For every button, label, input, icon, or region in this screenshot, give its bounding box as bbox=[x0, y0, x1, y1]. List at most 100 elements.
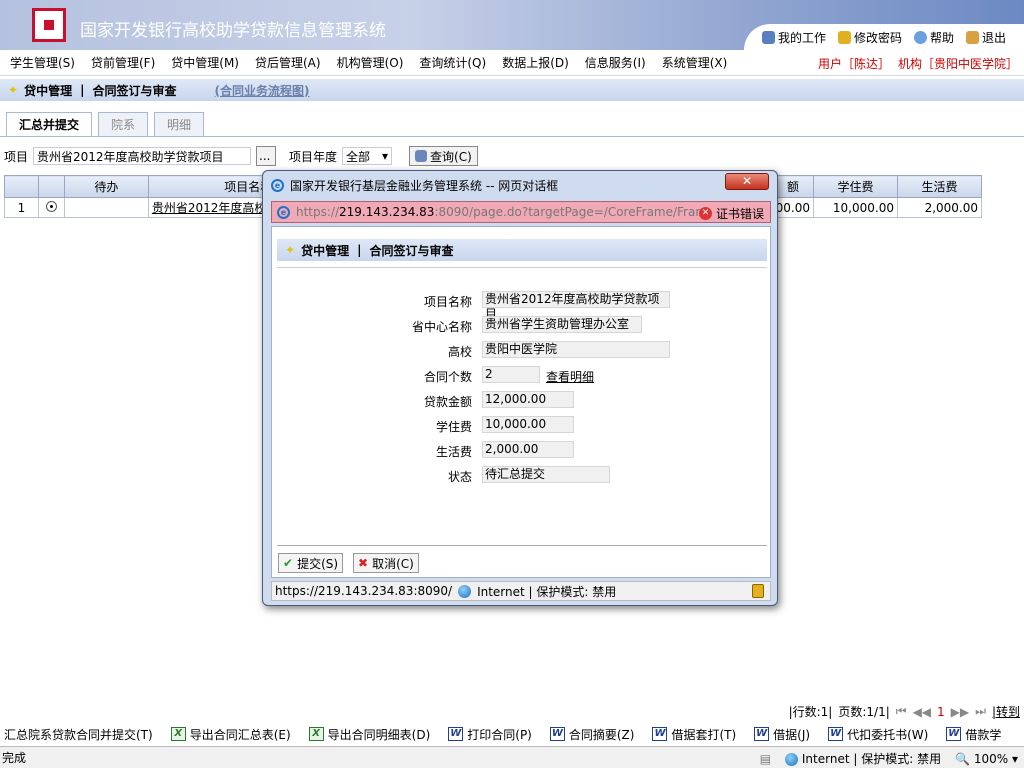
row-radio[interactable] bbox=[37, 197, 65, 218]
word-icon: W bbox=[448, 727, 464, 741]
export-summary-button[interactable]: X 导出合同汇总表(E) bbox=[170, 724, 291, 744]
radio-selected[interactable] bbox=[45, 200, 57, 212]
dialog-crumb-page: 合同签订与审查 bbox=[369, 243, 454, 258]
field-label: 省中心名称 bbox=[411, 320, 472, 334]
user-label: 用户［陈达］ bbox=[817, 57, 890, 71]
year-select[interactable]: 全部 ▾ bbox=[342, 147, 393, 165]
dialog-breadcrumb: ✦ 贷中管理 | 合同签订与审查 bbox=[277, 239, 767, 261]
menu-post-loan[interactable]: 贷后管理(A) bbox=[255, 54, 321, 71]
dialog-url: https://219.143.234.83:8090/page.do?targ… bbox=[296, 205, 701, 219]
cert-error-indicator[interactable]: ✕ 证书错误 bbox=[698, 205, 764, 222]
help-icon bbox=[913, 30, 927, 44]
tab-department[interactable]: 院系 bbox=[98, 112, 149, 136]
my-work-link[interactable]: 我的工作 bbox=[761, 29, 826, 46]
goto-link[interactable]: |转到 bbox=[992, 703, 1020, 720]
dialog-address-bar: e https://219.143.234.83:8090/page.do?ta… bbox=[271, 201, 771, 223]
first-page-icon[interactable]: ⏮ bbox=[896, 704, 907, 719]
row-no: 1 bbox=[4, 197, 39, 218]
project-input[interactable]: 贵州省2012年度高校助学贷款项目 bbox=[33, 147, 252, 165]
menu-system[interactable]: 系统管理(X) bbox=[662, 54, 728, 71]
page-icon: ▤ bbox=[759, 751, 772, 766]
org-label: 机构［贵阳中医学院］ bbox=[897, 57, 1018, 71]
change-password-link[interactable]: 修改密码 bbox=[837, 29, 902, 46]
field-value: 10,000.00 bbox=[482, 416, 574, 433]
export-detail-button[interactable]: X 导出合同明细表(D) bbox=[308, 724, 430, 744]
menu-info[interactable]: 信息服务(I) bbox=[585, 54, 646, 71]
submit-button[interactable]: ✔ 提交(S) bbox=[278, 553, 344, 573]
submit-label: 提交(S) bbox=[297, 556, 339, 571]
withhold-authorization-label: 代扣委托书(W) bbox=[847, 727, 929, 742]
summarize-submit-label: 汇总院系贷款合同并提交(T) bbox=[4, 727, 153, 742]
check-icon: ✔ bbox=[283, 556, 294, 570]
word-icon: W bbox=[754, 727, 770, 741]
view-detail-link[interactable]: 查看明细 bbox=[546, 368, 594, 385]
zoom-control[interactable]: 🔍 100% ▾ bbox=[955, 752, 1018, 766]
summarize-submit-button[interactable]: 汇总院系贷款合同并提交(T) bbox=[4, 724, 153, 744]
dialog-crumb-section: 贷中管理 bbox=[301, 243, 350, 258]
query-label: 查询(C) bbox=[430, 149, 472, 164]
field-value: 12,000.00 bbox=[482, 391, 574, 408]
iou-print-button[interactable]: W 借据套打(T) bbox=[652, 724, 736, 744]
field-label: 状态 bbox=[447, 470, 472, 484]
globe-icon bbox=[458, 584, 472, 598]
word-icon: W bbox=[946, 727, 962, 741]
print-contract-label: 打印合同(P) bbox=[467, 727, 532, 742]
cancel-button[interactable]: ✖ 取消(C) bbox=[353, 553, 419, 573]
col-living: 生活费 bbox=[896, 175, 983, 198]
field-living-expense: 生活费 2,000.00 bbox=[272, 441, 772, 459]
search-icon bbox=[415, 150, 428, 162]
dialog-status-bar: https://219.143.234.83:8090/ Internet | … bbox=[271, 581, 771, 601]
field-contract-count: 合同个数 2 查看明细 bbox=[272, 366, 772, 384]
prev-page-icon[interactable]: ◀◀ bbox=[913, 705, 931, 719]
filter-bar: 项目 贵州省2012年度高校助学贷款项目 ... 项目年度 全部 ▾ 查询(C) bbox=[4, 146, 478, 166]
menu-query[interactable]: 查询统计(Q) bbox=[419, 54, 486, 71]
query-button[interactable]: 查询(C) bbox=[409, 146, 478, 166]
user-info: 用户［陈达］ 机构［贵阳中医学院］ bbox=[818, 55, 1018, 72]
col-tuition: 学住费 bbox=[813, 175, 898, 198]
menu-pre-loan[interactable]: 贷前管理(F) bbox=[91, 54, 155, 71]
col-todo: 待办 bbox=[63, 175, 149, 198]
field-value: 2 bbox=[482, 366, 540, 383]
menu-org[interactable]: 机构管理(O) bbox=[337, 54, 404, 71]
close-icon: ✖ bbox=[358, 556, 369, 570]
current-page[interactable]: 1 bbox=[937, 705, 945, 719]
dialog-status-url: https://219.143.234.83:8090/ bbox=[275, 584, 453, 598]
dialog-close-button[interactable]: ✕ bbox=[725, 173, 769, 190]
dialog-divider bbox=[277, 267, 767, 268]
logout-link[interactable]: 退出 bbox=[965, 29, 1006, 46]
tab-detail[interactable]: 明细 bbox=[154, 112, 205, 136]
field-value: 贵阳中医学院 bbox=[482, 341, 670, 358]
menu-in-loan[interactable]: 贷中管理(M) bbox=[171, 54, 239, 71]
error-icon: ✕ bbox=[698, 207, 712, 220]
crumb-section: 贷中管理 bbox=[24, 83, 73, 98]
flow-chart-link[interactable]: (合同业务流程图) bbox=[214, 82, 309, 99]
star-icon: ✦ bbox=[285, 243, 296, 257]
tab-bar: 汇总并提交 院系 明细 bbox=[6, 112, 205, 136]
menu-report[interactable]: 数据上报(D) bbox=[502, 54, 569, 71]
withhold-authorization-button[interactable]: W 代扣委托书(W) bbox=[828, 724, 928, 744]
next-page-icon[interactable]: ▶▶ bbox=[951, 705, 969, 719]
help-link[interactable]: 帮助 bbox=[913, 29, 954, 46]
crumb-page: 合同签订与审查 bbox=[92, 83, 177, 98]
menu-student[interactable]: 学生管理(S) bbox=[10, 54, 75, 71]
iou-print-label: 借据套打(T) bbox=[671, 727, 737, 742]
zoom-text: 100% bbox=[973, 751, 1009, 766]
app-title: 国家开发银行高校助学贷款信息管理系统 bbox=[80, 21, 386, 41]
last-page-icon[interactable]: ⏭ bbox=[975, 704, 986, 719]
contract-summary-button[interactable]: W 合同摘要(Z) bbox=[549, 724, 634, 744]
print-contract-button[interactable]: W 打印合同(P) bbox=[448, 724, 532, 744]
student-loan-button[interactable]: W 借款学 bbox=[946, 724, 1001, 744]
project-browse-button[interactable]: ... bbox=[256, 146, 277, 166]
field-label: 学住费 bbox=[435, 420, 472, 434]
col-no bbox=[4, 175, 39, 198]
tab-divider bbox=[0, 136, 1024, 137]
status-text: 完成 bbox=[2, 751, 27, 765]
iou-button[interactable]: W 借据(J) bbox=[754, 724, 810, 744]
status-right: ▤ Internet | 保护模式: 禁用 🔍 100% ▾ bbox=[760, 750, 1018, 767]
zone-text: Internet | 保护模式: 禁用 bbox=[801, 752, 942, 766]
year-value: 全部 bbox=[346, 149, 371, 164]
browser-status-bar: 完成 ▤ Internet | 保护模式: 禁用 🔍 100% ▾ bbox=[0, 746, 1024, 768]
tab-summary-submit[interactable]: 汇总并提交 bbox=[6, 112, 93, 136]
row-tuition: 10,000.00 bbox=[813, 197, 898, 218]
project-label: 项目 bbox=[4, 149, 29, 164]
